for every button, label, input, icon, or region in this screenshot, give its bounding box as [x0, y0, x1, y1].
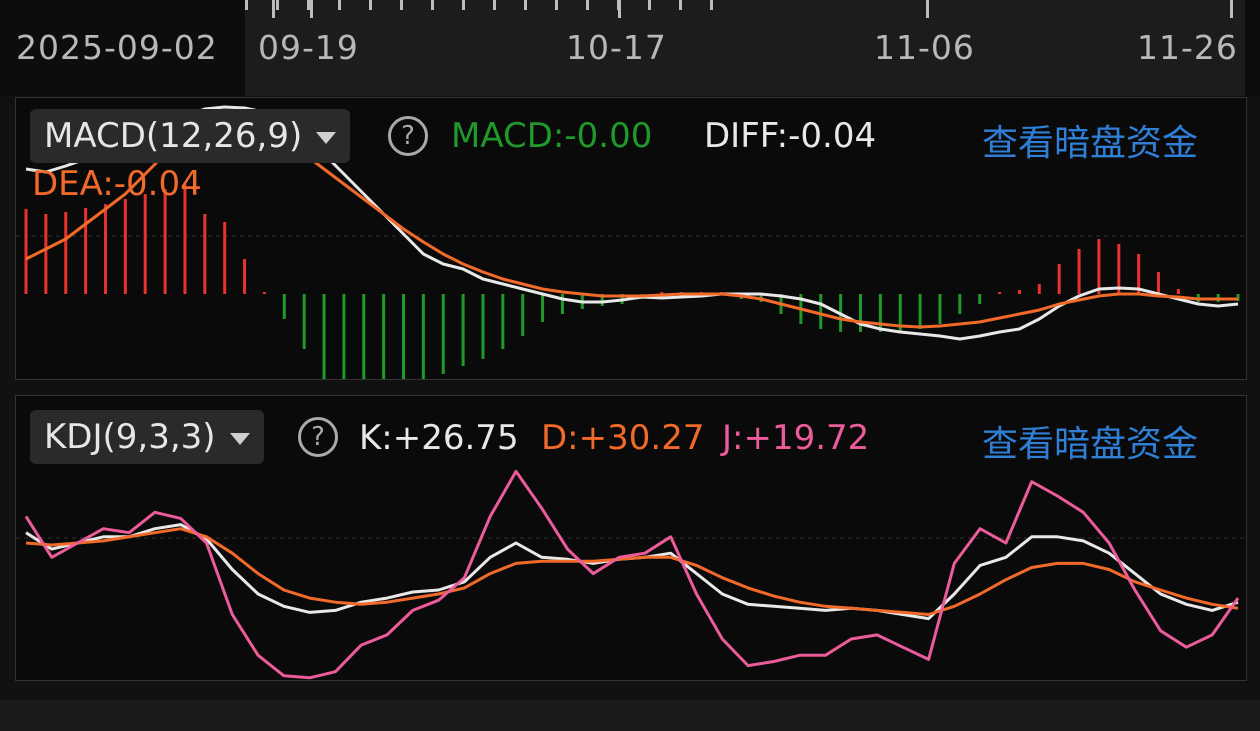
diff-value: DIFF:-0.04 [704, 116, 877, 156]
timeline-tick [1230, 0, 1233, 18]
timeline-tick [555, 0, 558, 10]
timeline-range-slider[interactable] [245, 0, 1245, 96]
k-value: K:+26.75 [359, 418, 519, 458]
timeline-tick [272, 0, 275, 18]
question-circle-icon[interactable]: ? [298, 417, 338, 457]
timeline-tick [310, 0, 313, 18]
timeline-tick [431, 0, 434, 10]
timeline-tick [276, 0, 279, 10]
timeline-tick [586, 0, 589, 10]
timeline-date-label: 11-26 [1137, 28, 1238, 67]
timeline-date-label: 11-06 [874, 28, 975, 67]
macd-value: MACD:-0.00 [451, 116, 653, 156]
timeline-tick [245, 0, 248, 10]
question-circle-icon[interactable]: ? [388, 116, 428, 156]
timeline-tick [926, 0, 929, 18]
view-dark-pool-funds-link[interactable]: 查看暗盘资金 [982, 415, 1198, 467]
timeline-tick [524, 0, 527, 10]
d-value: D:+30.27 [541, 418, 705, 458]
timeline-tick [338, 0, 341, 10]
macd-panel: MACD(12,26,9) ? MACD:-0.00 DIFF:-0.04 DE… [15, 97, 1247, 380]
timeline-date-label: 2025-09-02 [16, 28, 218, 67]
kdj-selector-label: KDJ(9,3,3) [44, 417, 216, 457]
timeline-tick [679, 0, 682, 10]
view-dark-pool-funds-link[interactable]: 查看暗盘资金 [982, 114, 1198, 166]
macd-selector-label: MACD(12,26,9) [44, 116, 303, 156]
timeline-strip[interactable]: 2025-09-02 09-19 10-17 11-06 11-26 [0, 0, 1260, 96]
kdj-indicator-selector[interactable]: KDJ(9,3,3) [30, 410, 264, 464]
timeline-tick [400, 0, 403, 10]
timeline-tick [307, 0, 310, 10]
j-value: J:+19.72 [722, 418, 870, 458]
timeline-tick [648, 0, 651, 10]
timeline-tick [369, 0, 372, 10]
chevron-down-icon [316, 131, 337, 144]
kdj-panel: KDJ(9,3,3) ? K:+26.75 D:+30.27 J:+19.72 … [15, 395, 1247, 681]
timeline-tick [462, 0, 465, 10]
bottom-bar [0, 700, 1260, 731]
dea-value: DEA:-0.04 [32, 164, 202, 204]
j-line [24, 469, 1240, 680]
macd-indicator-selector[interactable]: MACD(12,26,9) [30, 109, 351, 163]
timeline-tick [710, 0, 713, 10]
timeline-date-label: 09-19 [258, 28, 359, 67]
chevron-down-icon [229, 432, 250, 445]
timeline-tick [493, 0, 496, 10]
timeline-date-label: 10-17 [566, 28, 667, 67]
timeline-tick [617, 0, 620, 10]
